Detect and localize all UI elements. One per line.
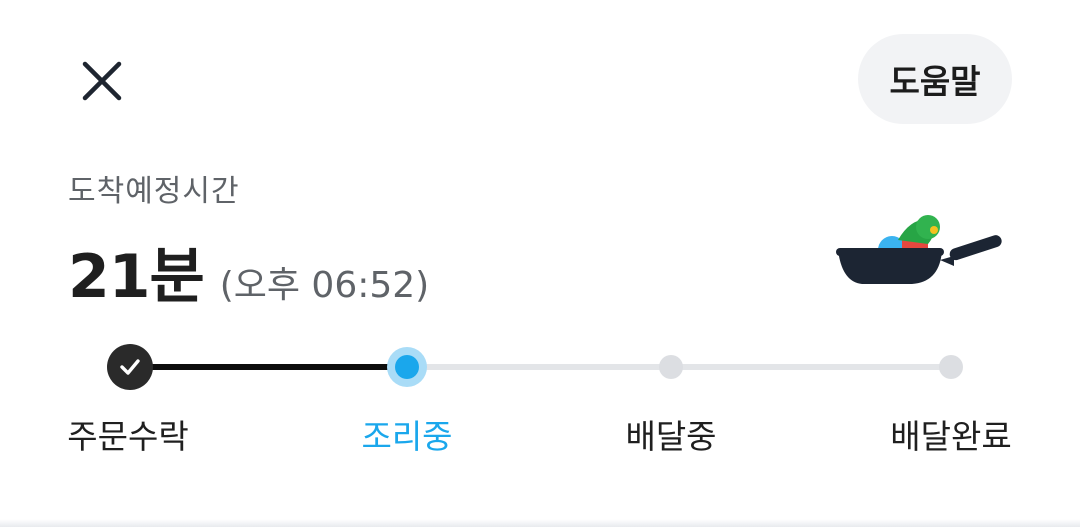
bottom-divider xyxy=(0,519,1080,527)
eta-clock-time: (오후 06:52) xyxy=(219,265,430,306)
close-icon xyxy=(82,61,122,101)
eta-label: 도착예정시간 xyxy=(68,174,240,209)
eta-row: 21분 (오후 06:52) xyxy=(68,228,429,315)
help-button[interactable]: 도움말 xyxy=(858,34,1012,124)
close-button[interactable] xyxy=(74,53,130,109)
step-marker-delivering xyxy=(659,355,683,379)
step-label-delivered: 배달완료 xyxy=(890,417,1012,456)
check-icon xyxy=(120,359,140,375)
progress-track-filled xyxy=(130,364,407,370)
step-marker-accepted xyxy=(107,344,153,390)
step-marker-cooking xyxy=(395,355,419,379)
step-label-accepted: 주문수락 xyxy=(67,417,189,456)
eta-minutes: 21분 xyxy=(68,242,205,312)
step-marker-delivered xyxy=(939,355,963,379)
frying-pan-icon xyxy=(836,215,1002,284)
step-label-delivering: 배달중 xyxy=(625,417,717,456)
step-label-cooking: 조리중 xyxy=(361,417,453,456)
